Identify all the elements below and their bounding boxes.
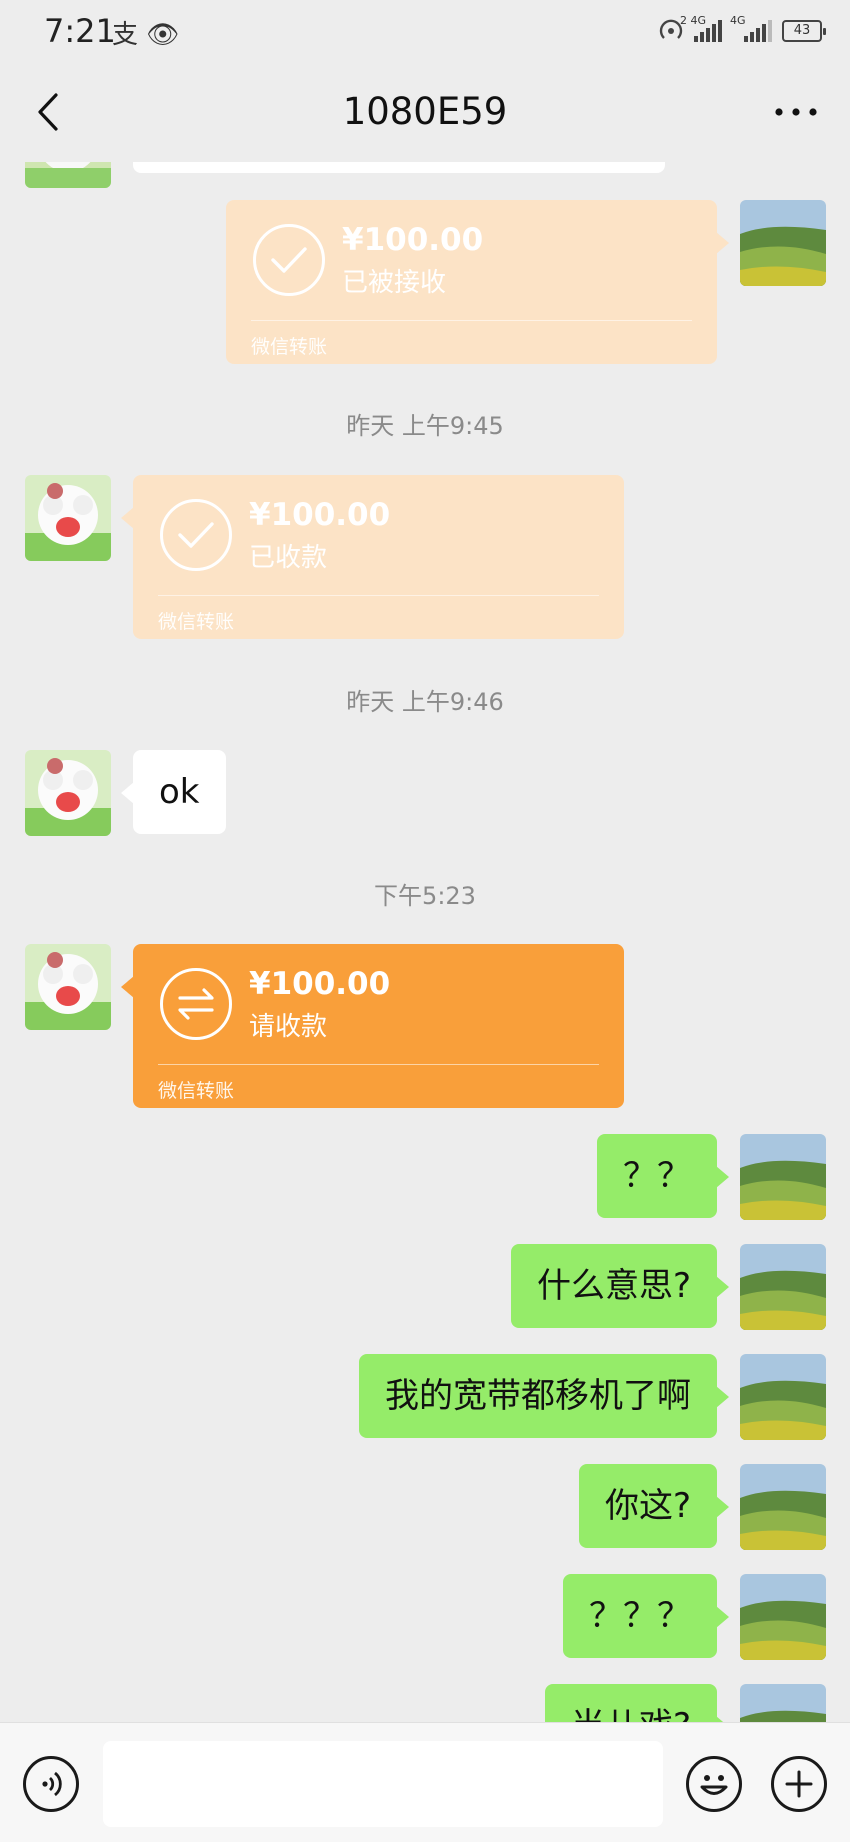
transfer-footer: 微信转账 [158,611,235,633]
network-label-2: 4G [730,14,746,27]
message-text: 你这? [604,1486,691,1526]
plus-icon [785,1770,813,1798]
check-circle-icon [160,499,232,571]
chat-screen: 7:21 支 👁 2 4G 4G 43 1080E59 ¥100.00 已被接收… [0,0,850,1842]
message-bubble-self[interactable]: 我的宽带都移机了啊 [359,1354,729,1438]
transfer-arrows-icon [160,968,232,1040]
transfer-amount: ¥100.00 [342,222,484,258]
divider [251,320,692,321]
self-avatar[interactable] [740,200,826,286]
battery-icon: 43 [782,20,826,42]
message-text: 什么意思? [536,1266,691,1306]
network-label-1: 2 4G [680,14,707,27]
plus-button[interactable] [771,1756,827,1812]
self-avatar[interactable] [740,1684,826,1722]
signal-icon-1: 2 4G [680,14,722,42]
message-text: 当儿戏? [545,1684,717,1722]
self-avatar[interactable] [740,1354,826,1440]
timestamp: 昨天 上午9:46 [346,688,504,716]
message-text: ？？ [623,1156,691,1196]
self-avatar[interactable] [740,1134,826,1220]
transfer-amount: ¥100.00 [249,966,391,1002]
self-avatar[interactable] [740,1244,826,1330]
status-notification-icons: 支 👁 [112,20,180,50]
divider [158,595,599,596]
transfer-amount: ¥100.00 [249,497,391,533]
message-bubble-self[interactable]: 什么意思? [510,1244,730,1328]
message-text: ？？？ [589,1596,691,1636]
contact-avatar[interactable] [25,475,111,561]
voice-icon [42,1771,62,1797]
self-avatar[interactable] [740,1464,826,1550]
timestamp: 昨天 上午9:45 [346,412,504,440]
transfer-card-accepted[interactable]: ¥100.00 已被接收 微信转账 [226,200,729,364]
check-circle-icon [253,224,325,296]
transfer-status: 请收款 [249,1012,328,1042]
emoji-button[interactable] [686,1756,742,1812]
transfer-status: 已收款 [249,543,328,573]
contact-avatar[interactable] [25,162,111,188]
emoji-icon [700,1775,728,1795]
transfer-card-pending[interactable]: ¥100.00 请收款 微信转账 [121,944,624,1108]
message-bubble-ok[interactable]: ok [121,750,226,834]
message-bubble-self[interactable]: 当儿戏? [544,1684,730,1722]
message-text: ok [159,772,200,812]
transfer-footer: 微信转账 [158,1080,235,1102]
divider [158,1064,599,1065]
contact-avatar[interactable] [25,750,111,836]
message-bubble-partial[interactable] [133,162,665,173]
chat-title: 1080E59 [342,90,508,133]
status-bar: 7:21 支 👁 2 4G 4G 43 [0,0,850,62]
more-button[interactable] [764,84,828,140]
signal-icon-2: 4G [730,14,772,42]
message-bubble-self[interactable]: ？？ [597,1134,729,1218]
message-bubble-self[interactable]: 你这? [578,1464,730,1548]
contact-avatar[interactable] [25,944,111,1030]
voice-button[interactable] [23,1756,79,1812]
message-bubble-self[interactable]: ？？？ [563,1574,729,1658]
status-right-icons: 2 4G 4G 43 [658,14,826,48]
transfer-status: 已被接收 [342,268,447,298]
transfer-card-received[interactable]: ¥100.00 已收款 微信转账 [121,475,624,639]
input-bar [0,1722,850,1842]
message-input[interactable] [103,1741,663,1827]
self-avatar[interactable] [740,1574,826,1660]
status-time: 7:21 [44,12,116,50]
chat-header: 1080E59 [0,62,850,162]
timestamp: 下午5:23 [374,882,476,910]
transfer-footer: 微信转账 [251,336,328,358]
message-list[interactable]: ¥100.00 已被接收 微信转账 昨天 上午9:45 ¥100.00 已收款 … [0,162,850,1722]
message-text: 我的宽带都移机了啊 [385,1376,691,1416]
more-dots-icon [775,108,817,116]
